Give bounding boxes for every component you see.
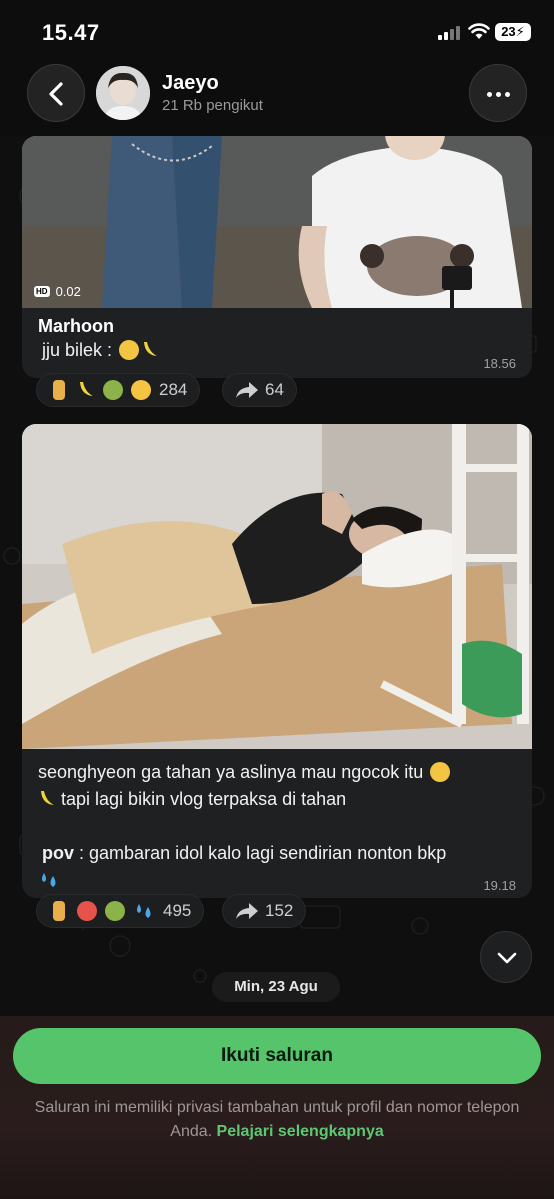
message-line-2: tapi lagi bikin vlog terpaksa di tahan: [61, 789, 347, 809]
status-time: 15.47: [42, 20, 100, 45]
follower-count: 21 Rb pengikut: [162, 97, 263, 114]
footer-panel: Ikuti saluran Saluran ini memiliki priva…: [0, 1016, 554, 1199]
reactions-button[interactable]: 284: [36, 373, 201, 407]
follow-channel-button[interactable]: Ikuti saluran: [13, 1028, 541, 1084]
message-line: pov : gambaran idol kalo lagi sendirian …: [38, 840, 516, 867]
pov-text: : gambaran idol kalo lagi sendirian nont…: [79, 843, 447, 863]
photo-image[interactable]: [22, 424, 532, 749]
message-text: jju bilek :: [22, 337, 532, 364]
banana-icon: [141, 340, 159, 360]
scroll-to-bottom-button[interactable]: [480, 931, 532, 983]
message-text: seonghyeon ga tahan ya aslinya mau ngoco…: [22, 749, 532, 894]
middle-finger-icon: [53, 901, 65, 921]
channel-avatar[interactable]: [96, 66, 150, 120]
learn-more-link[interactable]: Pelajari selengkapnya: [217, 1123, 384, 1140]
message-bubble[interactable]: seonghyeon ga tahan ya aslinya mau ngoco…: [22, 424, 532, 898]
share-arrow-icon: [236, 382, 258, 398]
wifi-icon: [468, 23, 490, 39]
video-frame-image: [22, 136, 532, 308]
hot-face-icon: [77, 901, 97, 921]
date-separator: Min, 23 Agu: [212, 972, 340, 1002]
message-line: tapi lagi bikin vlog terpaksa di tahan: [38, 786, 516, 813]
message-text-content: jju bilek :: [42, 340, 113, 360]
middle-finger-icon: [53, 380, 65, 400]
drooling-face-icon: [430, 762, 451, 782]
nauseated-face-icon: [105, 901, 125, 921]
video-thumbnail[interactable]: HD 0.02: [22, 136, 532, 308]
message-sender: Marhoon: [38, 316, 114, 336]
back-button[interactable]: [27, 64, 85, 122]
status-bar: 15.47 23⚡: [0, 0, 554, 60]
share-count: 64: [265, 380, 284, 399]
message-line: [38, 867, 516, 894]
privacy-notice: Saluran ini memiliki privasi tambahan un…: [20, 1096, 534, 1144]
reaction-count: 284: [159, 380, 188, 399]
chat-area[interactable]: HD 0.02 Marhoon jju bilek : 18.56 284 64: [0, 136, 554, 1016]
share-button[interactable]: 152: [222, 894, 307, 928]
hd-badge: HD: [34, 286, 50, 297]
message-line-1: seonghyeon ga tahan ya aslinya mau ngoco…: [38, 762, 424, 782]
banana-icon: [77, 380, 95, 400]
battery-icon: 23⚡: [495, 23, 531, 41]
channel-name[interactable]: Jaeyo: [162, 72, 219, 95]
pov-label: pov: [42, 843, 75, 863]
sweat-droplets-icon: [133, 901, 155, 921]
chevron-down-icon: [497, 952, 517, 964]
message-line: seonghyeon ga tahan ya aslinya mau ngoco…: [38, 759, 516, 786]
chevron-left-icon: [49, 82, 63, 106]
share-count: 152: [265, 901, 294, 920]
nauseated-face-icon: [103, 380, 123, 400]
channel-header: Jaeyo 21 Rb pengikut: [0, 60, 554, 136]
message-bubble[interactable]: HD 0.02 Marhoon jju bilek : 18.56: [22, 136, 532, 378]
reaction-count: 495: [163, 901, 192, 920]
reactions-button[interactable]: 495: [36, 894, 205, 928]
signal-icon: [438, 26, 462, 40]
confused-face-icon: [131, 380, 151, 400]
battery-level: 23: [501, 24, 516, 39]
sweat-droplets-icon: [38, 870, 60, 890]
message-time: 19.18: [483, 878, 516, 893]
more-options-button[interactable]: [469, 64, 527, 122]
share-arrow-icon: [236, 903, 258, 919]
banana-icon: [38, 789, 56, 809]
message-time: 18.56: [483, 356, 516, 371]
share-button[interactable]: 64: [222, 373, 297, 407]
surprised-face-icon: [119, 340, 140, 360]
video-duration: 0.02: [55, 284, 81, 299]
